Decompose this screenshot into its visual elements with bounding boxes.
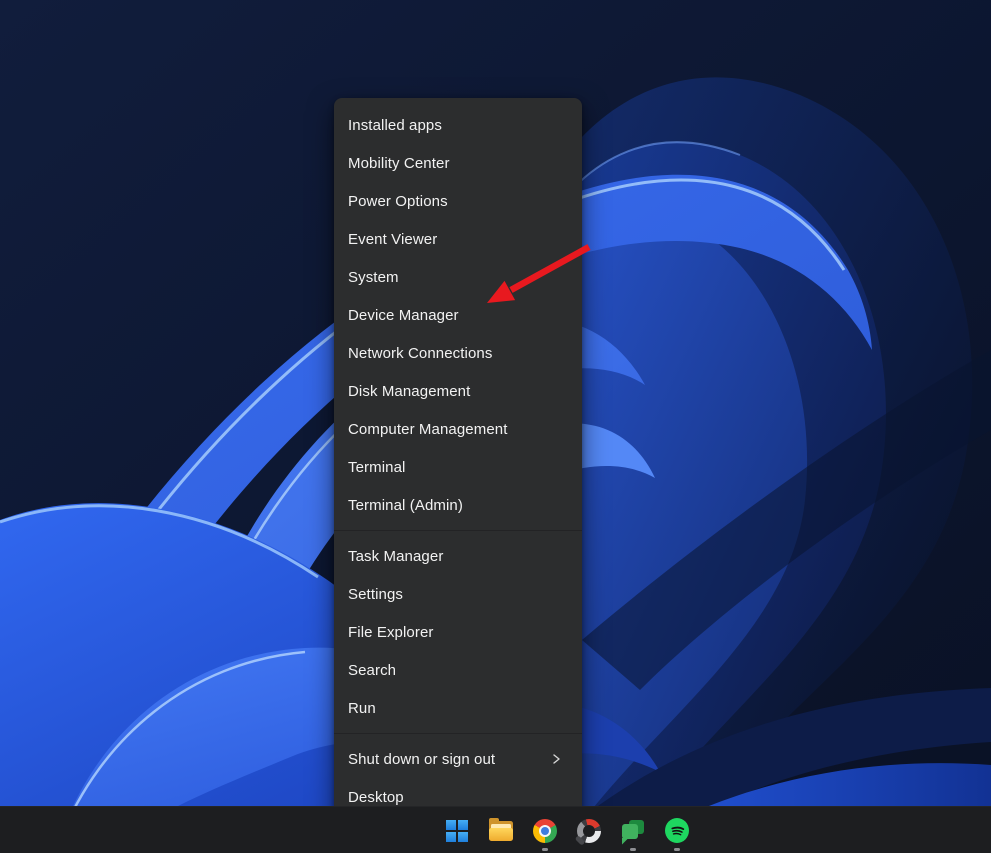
windows-start-icon bbox=[446, 820, 468, 842]
menu-item-terminal[interactable]: Terminal bbox=[334, 448, 582, 486]
taskbar bbox=[0, 806, 991, 853]
menu-item-label: Search bbox=[348, 662, 396, 679]
menu-item-label: Settings bbox=[348, 586, 403, 603]
taskbar-file-explorer-button[interactable] bbox=[489, 809, 513, 853]
menu-item-label: Mobility Center bbox=[348, 155, 450, 172]
running-indicator bbox=[542, 848, 548, 851]
menu-item-device-manager[interactable]: Device Manager bbox=[334, 296, 582, 334]
menu-item-label: Terminal bbox=[348, 459, 405, 476]
menu-item-label: Terminal (Admin) bbox=[348, 497, 463, 514]
taskbar-google-chat-button[interactable] bbox=[621, 809, 645, 853]
menu-item-shut-down-or-sign-out[interactable]: Shut down or sign out bbox=[334, 740, 582, 778]
menu-item-network-connections[interactable]: Network Connections bbox=[334, 334, 582, 372]
menu-item-label: Computer Management bbox=[348, 421, 507, 438]
menu-item-label: Desktop bbox=[348, 789, 404, 806]
menu-item-file-explorer[interactable]: File Explorer bbox=[334, 613, 582, 651]
running-indicator bbox=[674, 848, 680, 851]
spotify-icon bbox=[665, 818, 689, 843]
menu-item-search[interactable]: Search bbox=[334, 651, 582, 689]
taskbar-spotify-button[interactable] bbox=[665, 809, 689, 853]
menu-item-installed-apps[interactable]: Installed apps bbox=[334, 106, 582, 144]
menu-item-label: Shut down or sign out bbox=[348, 751, 495, 768]
menu-item-label: File Explorer bbox=[348, 624, 434, 641]
menu-item-label: Run bbox=[348, 700, 376, 717]
menu-item-event-viewer[interactable]: Event Viewer bbox=[334, 220, 582, 258]
chevron-right-icon bbox=[550, 753, 562, 765]
taskbar-ring-app-button[interactable] bbox=[577, 809, 601, 853]
menu-item-label: Task Manager bbox=[348, 548, 443, 565]
menu-item-label: Network Connections bbox=[348, 345, 492, 362]
menu-item-mobility-center[interactable]: Mobility Center bbox=[334, 144, 582, 182]
menu-item-run[interactable]: Run bbox=[334, 689, 582, 727]
menu-item-label: Disk Management bbox=[348, 383, 470, 400]
menu-separator bbox=[334, 733, 582, 734]
menu-item-label: System bbox=[348, 269, 399, 286]
menu-separator bbox=[334, 530, 582, 531]
ring-app-icon bbox=[577, 819, 601, 843]
menu-item-power-options[interactable]: Power Options bbox=[334, 182, 582, 220]
menu-item-label: Installed apps bbox=[348, 117, 442, 134]
running-indicator bbox=[630, 848, 636, 851]
menu-item-terminal-admin[interactable]: Terminal (Admin) bbox=[334, 486, 582, 524]
taskbar-chrome-button[interactable] bbox=[533, 809, 557, 853]
google-chat-icon bbox=[621, 819, 645, 843]
menu-item-label: Event Viewer bbox=[348, 231, 437, 248]
menu-item-label: Power Options bbox=[348, 193, 448, 210]
file-explorer-icon bbox=[489, 821, 513, 841]
chrome-icon bbox=[533, 819, 557, 843]
start-button[interactable] bbox=[445, 809, 469, 853]
winx-context-menu: Installed apps Mobility Center Power Opt… bbox=[334, 98, 582, 825]
menu-item-disk-management[interactable]: Disk Management bbox=[334, 372, 582, 410]
menu-item-system[interactable]: System bbox=[334, 258, 582, 296]
menu-item-task-manager[interactable]: Task Manager bbox=[334, 537, 582, 575]
taskbar-icon-row bbox=[445, 807, 689, 853]
menu-item-label: Device Manager bbox=[348, 307, 459, 324]
menu-item-settings[interactable]: Settings bbox=[334, 575, 582, 613]
desktop[interactable]: Installed apps Mobility Center Power Opt… bbox=[0, 0, 991, 853]
menu-item-computer-management[interactable]: Computer Management bbox=[334, 410, 582, 448]
